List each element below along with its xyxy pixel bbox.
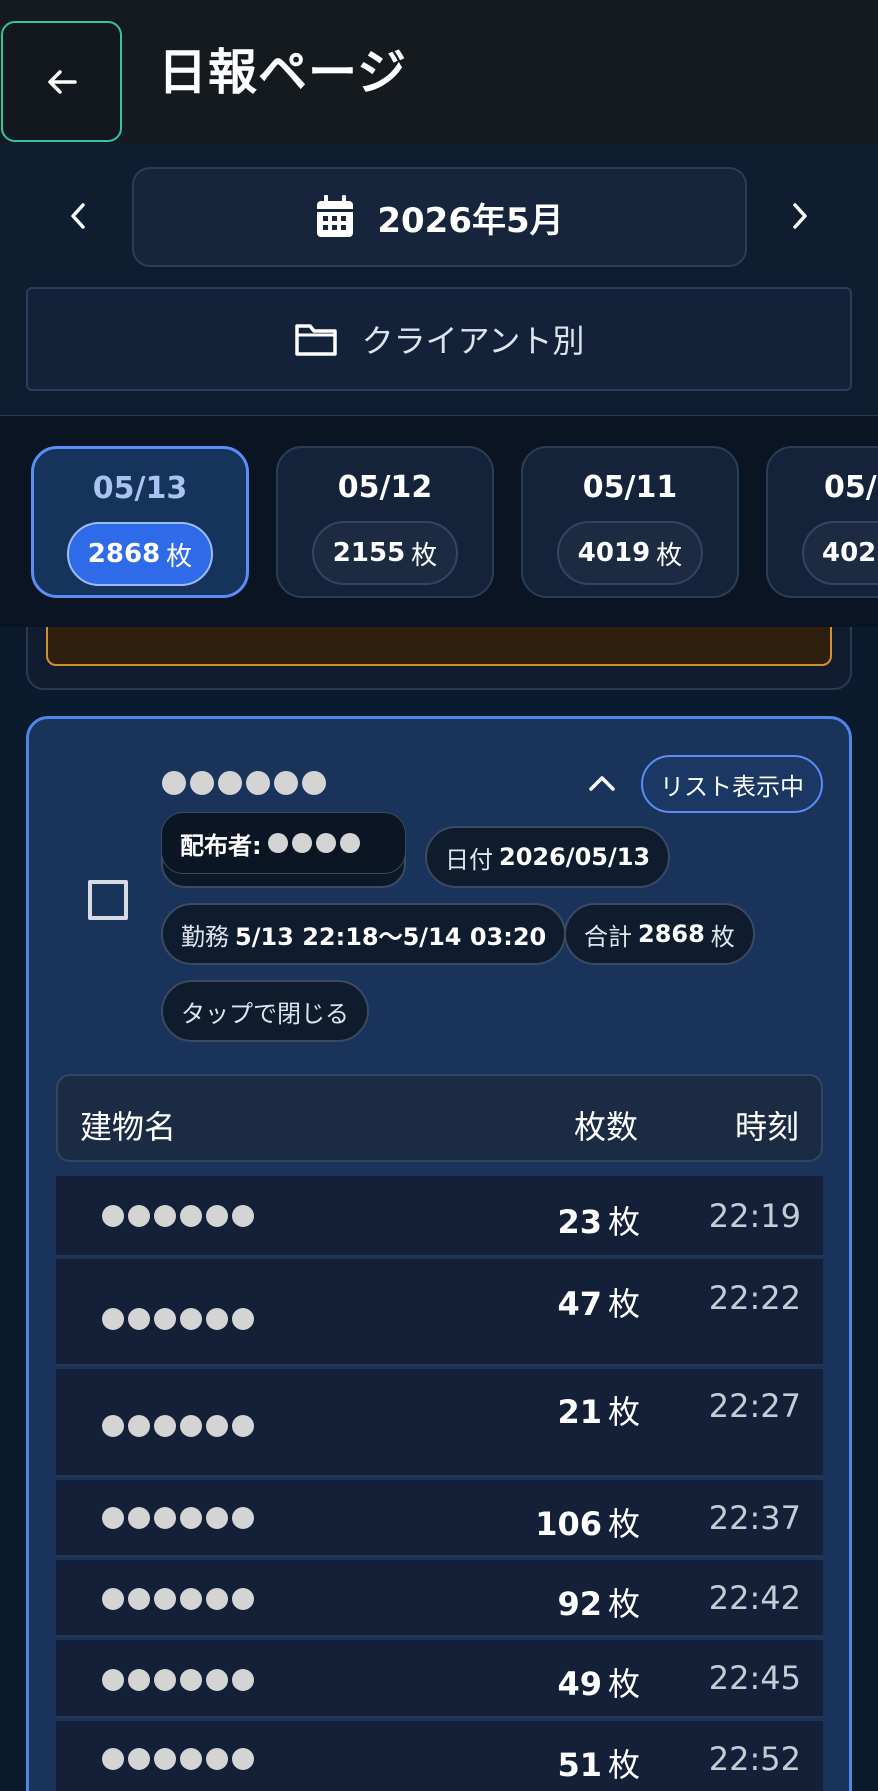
- date-card-count-pill: 2155 枚: [312, 521, 458, 585]
- date-card-count-pill: 4019 枚: [557, 521, 703, 585]
- date-card-strip[interactable]: 05/13 2868 枚 05/12 2155 枚 05/11 4019 枚 0…: [0, 415, 878, 627]
- column-header-name: 建物名: [80, 1108, 177, 1146]
- date-card[interactable]: 05/11 4019 枚: [521, 446, 739, 598]
- total-chip-label: 合計: [584, 922, 632, 951]
- row-count: 23 枚: [557, 1203, 640, 1241]
- daily-report-page: 日報ページ 2026年5月 クライアント別 05/13 2868 枚 05/12…: [0, 0, 878, 1791]
- chevron-right-icon: [793, 203, 807, 229]
- date-card[interactable]: 05/ 402: [766, 446, 878, 598]
- row-time: 22:19: [708, 1197, 801, 1235]
- table-row[interactable]: 23 枚 22:19: [56, 1176, 823, 1257]
- date-card-unit: 枚: [166, 541, 193, 572]
- next-month-button[interactable]: [770, 196, 830, 236]
- chevron-up-icon: [589, 776, 615, 791]
- date-card-date: 05/12: [337, 470, 433, 505]
- masked-building-name: [102, 1507, 254, 1529]
- date-card[interactable]: 05/13 2868 枚: [31, 446, 249, 598]
- close-chip[interactable]: タップで閉じる: [161, 980, 369, 1042]
- work-chip-value: 5/13 22:18〜5/14 03:20: [235, 922, 547, 951]
- total-chip: 合計 2868 枚: [564, 903, 755, 965]
- app-header: 日報ページ: [0, 0, 878, 143]
- column-header-count: 枚数: [573, 1108, 638, 1146]
- date-card[interactable]: 05/12 2155 枚: [276, 446, 494, 598]
- row-count: 21 枚: [557, 1393, 640, 1431]
- masked-building-name: [102, 1415, 254, 1437]
- masked-building-name: [102, 1748, 254, 1770]
- table-row[interactable]: 47 枚 22:22: [56, 1259, 823, 1366]
- work-chip-label: 勤務: [181, 922, 229, 951]
- masked-building-name: [102, 1308, 254, 1330]
- chevron-left-icon: [71, 203, 85, 229]
- row-time: 22:52: [708, 1740, 801, 1778]
- table-row[interactable]: 49 枚 22:45: [56, 1640, 823, 1718]
- row-time: 22:27: [708, 1387, 801, 1425]
- date-card-count-pill: 402: [802, 521, 878, 585]
- back-button[interactable]: [1, 21, 122, 142]
- date-chip-value: 2026/05/13: [499, 843, 651, 871]
- table-row[interactable]: 21 枚 22:27: [56, 1369, 823, 1477]
- total-chip-value: 2868: [638, 920, 705, 948]
- masked-client-name: [162, 771, 326, 795]
- date-chip-label: 日付: [445, 845, 493, 874]
- distributor-chip[interactable]: 配布者:: [161, 812, 406, 874]
- month-selector-button[interactable]: 2026年5月: [132, 167, 747, 267]
- month-label: 2026年5月: [377, 200, 564, 241]
- row-count: 49 枚: [557, 1665, 640, 1703]
- distributor-label: 配布者:: [180, 831, 262, 860]
- row-count: 47 枚: [557, 1285, 640, 1323]
- client-filter-label: クライアント別: [361, 322, 585, 360]
- date-chip: 日付 2026/05/13: [425, 826, 671, 888]
- collapse-button[interactable]: [582, 768, 622, 798]
- row-time: 22:42: [708, 1579, 801, 1617]
- folder-icon: [294, 324, 337, 356]
- table-row[interactable]: 106 枚 22:37: [56, 1480, 823, 1557]
- calendar-icon: [317, 195, 354, 237]
- masked-building-name: [102, 1205, 254, 1227]
- total-chip-unit: 枚: [710, 922, 735, 951]
- row-count: 92 枚: [557, 1585, 640, 1623]
- date-card-date: 05/11: [582, 470, 678, 505]
- row-count: 106 枚: [535, 1505, 640, 1543]
- masked-building-name: [102, 1669, 254, 1691]
- work-time-chip: 勤務 5/13 22:18〜5/14 03:20: [161, 903, 567, 965]
- date-card-date: 05/13: [92, 471, 188, 506]
- masked-distributor-name: [267, 833, 360, 853]
- column-header-time: 時刻: [734, 1108, 799, 1146]
- row-count: 51 枚: [557, 1746, 640, 1784]
- list-mode-button[interactable]: リスト表示中: [641, 755, 823, 813]
- date-card-date: 05/: [824, 470, 877, 505]
- date-card-count: 2155: [332, 538, 406, 568]
- date-card-count-pill: 2868 枚: [67, 522, 213, 586]
- table-row[interactable]: 92 枚 22:42: [56, 1560, 823, 1637]
- table-row[interactable]: 51 枚 22:52: [56, 1721, 823, 1791]
- date-card-unit: 枚: [411, 540, 438, 571]
- prev-month-button[interactable]: [48, 196, 108, 236]
- row-time: 22:37: [708, 1499, 801, 1537]
- date-card-count: 402: [822, 538, 877, 568]
- date-card-count: 2868: [87, 539, 161, 569]
- row-time: 22:22: [708, 1279, 801, 1317]
- arrow-left-icon: [47, 69, 77, 94]
- date-card-count: 4019: [577, 538, 651, 568]
- client-filter-button[interactable]: クライアント別: [26, 287, 852, 391]
- row-time: 22:45: [708, 1659, 801, 1697]
- table-header: 建物名 枚数 時刻: [56, 1074, 823, 1162]
- masked-building-name: [102, 1588, 254, 1610]
- page-title: 日報ページ: [158, 44, 408, 101]
- date-card-unit: 枚: [656, 540, 683, 571]
- report-select-checkbox[interactable]: [88, 880, 128, 920]
